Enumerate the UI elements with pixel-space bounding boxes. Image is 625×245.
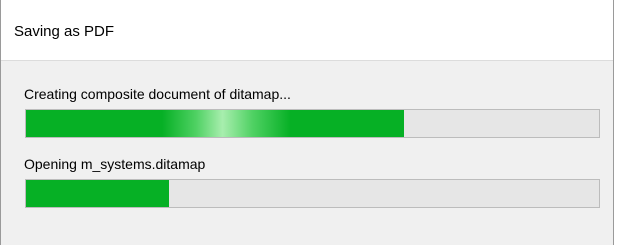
dialog-header: Saving as PDF <box>1 0 613 61</box>
progress-fill-composite <box>26 110 405 137</box>
saving-dialog: Saving as PDF Creating composite documen… <box>0 0 614 245</box>
task-label-composite: Creating composite document of ditamap..… <box>24 86 291 102</box>
dialog-title: Saving as PDF <box>14 23 115 40</box>
task-label-opening: Opening m_systems.ditamap <box>24 156 206 172</box>
progress-bar-composite <box>25 109 600 138</box>
progress-fill-opening <box>26 180 170 207</box>
progress-bar-opening <box>25 179 600 208</box>
